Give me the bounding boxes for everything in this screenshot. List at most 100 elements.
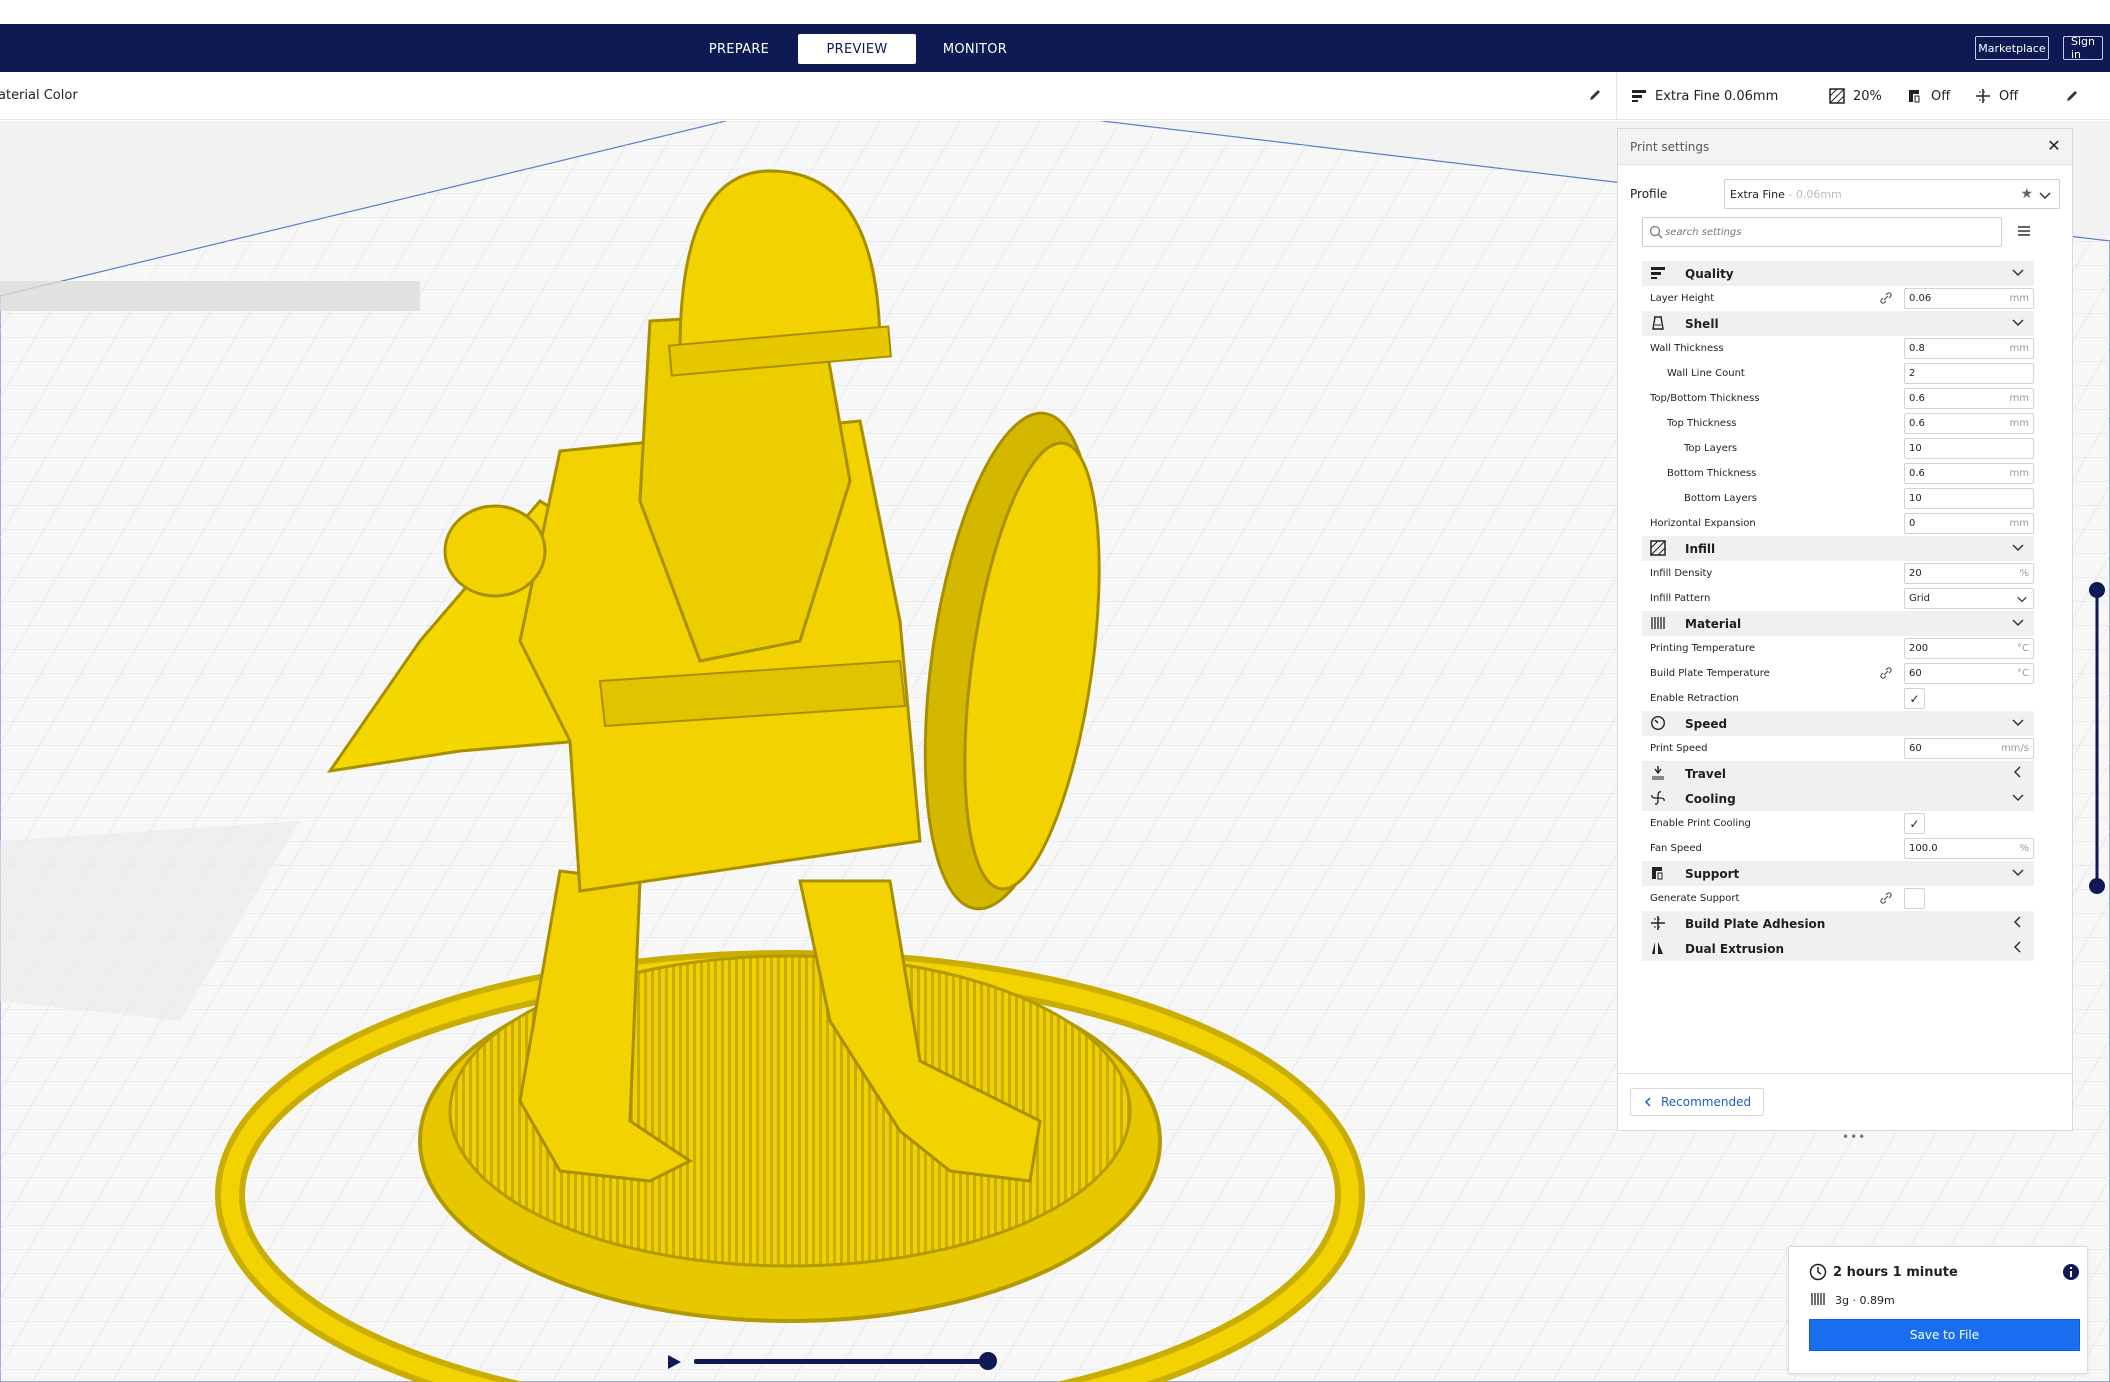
setting-unit: mm (2009, 393, 2029, 404)
category-cooling[interactable]: Cooling (1642, 786, 2034, 811)
chevron-left-icon (2013, 941, 2021, 953)
support-summary[interactable]: Off (1907, 88, 1950, 104)
category-label: Infill (1685, 542, 1716, 556)
top-thickness-input[interactable]: 0.6 mm (1904, 413, 2034, 434)
category-dual-extrusion[interactable]: Dual Extrusion (1642, 936, 2034, 961)
generate-support-checkbox[interactable] (1904, 888, 1925, 909)
category-shell[interactable]: Shell (1642, 311, 2034, 336)
top-layers-input[interactable]: 10 (1904, 438, 2034, 459)
category-material[interactable]: Material (1642, 611, 2034, 636)
search-field[interactable] (1642, 217, 2002, 247)
bottom-thickness-input[interactable]: 0.6 mm (1904, 463, 2034, 484)
resize-handle[interactable]: ••• (1842, 1130, 1866, 1144)
pencil-icon[interactable] (2065, 89, 2079, 103)
layer-height-input[interactable]: 0.06 mm (1904, 288, 2034, 309)
infill-density-input[interactable]: 20% (1904, 563, 2034, 584)
category-label: Support (1685, 867, 1740, 881)
sign-in-button[interactable]: Sign in (2063, 35, 2103, 61)
info-icon[interactable] (2062, 1263, 2080, 1281)
spool-icon (1811, 1293, 1825, 1305)
menu-icon[interactable] (2017, 224, 2031, 238)
adhesion-summary-label: Off (1999, 88, 2019, 104)
setting-fan-speed: Fan Speed 100.0% (1642, 836, 2034, 861)
infill-pattern-select[interactable]: Grid (1904, 588, 2034, 609)
star-icon[interactable]: ★ (2020, 186, 2033, 202)
top-bottom-thickness-input[interactable]: 0.6 mm (1904, 388, 2034, 409)
category-support[interactable]: Support (1642, 861, 2034, 886)
layer-slider-top-handle[interactable] (2089, 582, 2105, 598)
search-input[interactable] (1665, 223, 1995, 241)
panel-title: Print settings (1630, 140, 1710, 154)
enable-print-cooling-checkbox[interactable]: ✓ (1904, 813, 1925, 834)
link-icon[interactable] (1880, 292, 1892, 304)
support-icon (1652, 867, 1663, 880)
setting-label: Bottom Layers (1684, 493, 1757, 504)
layer-slider-bottom-handle[interactable] (2089, 878, 2105, 894)
profile-select[interactable]: Extra Fine - 0.06mm ★ (1724, 179, 2060, 209)
setting-unit: mm (2009, 468, 2029, 479)
play-icon[interactable] (665, 1353, 683, 1371)
bottom-layers-input[interactable]: 10 (1904, 488, 2034, 509)
marketplace-button[interactable]: Marketplace (1975, 36, 2049, 60)
layer-slider[interactable] (2094, 588, 2100, 888)
category-label: Cooling (1685, 792, 1736, 806)
setting-value: 0.8 (1909, 343, 1925, 354)
material-estimate: 3g · 0.89m (1835, 1294, 1895, 1307)
category-label: Speed (1685, 717, 1728, 731)
category-speed[interactable]: Speed (1642, 711, 2034, 736)
enable-retraction-checkbox[interactable]: ✓ (1904, 688, 1925, 709)
material-icon (1651, 617, 1665, 629)
travel-icon (1652, 766, 1664, 780)
settings-list: Quality Layer Height 0.06 mm Shell Wall T… (1642, 261, 2034, 961)
setting-value: 0.6 (1909, 418, 1925, 429)
adhesion-summary[interactable]: Off (1975, 88, 2018, 104)
chevron-left-icon (2013, 766, 2021, 778)
search-icon (1649, 225, 1663, 239)
close-icon[interactable]: ✕ (2044, 136, 2064, 156)
printing-temperature-input[interactable]: 200 °C (1904, 638, 2034, 659)
setting-layer-height: Layer Height 0.06 mm (1642, 286, 2034, 311)
save-to-file-button[interactable]: Save to File (1809, 1319, 2080, 1351)
tab-prepare[interactable]: PREPARE (680, 34, 798, 64)
link-icon[interactable] (1880, 667, 1892, 679)
color-scheme-label[interactable]: aterial Color (0, 88, 78, 103)
wall-thickness-input[interactable]: 0.8 mm (1904, 338, 2034, 359)
tab-monitor[interactable]: MONITOR (916, 34, 1034, 64)
print-settings-bar[interactable]: Extra Fine 0.06mm 20% Off Off (1616, 72, 2110, 120)
print-speed-input[interactable]: 60 mm/s (1904, 738, 2034, 759)
chevron-down-icon (2012, 719, 2024, 727)
category-travel[interactable]: Travel (1642, 761, 2034, 786)
chevron-left-icon (2013, 916, 2021, 928)
wall-line-count-input[interactable]: 2 (1904, 363, 2034, 384)
category-quality[interactable]: Quality (1642, 261, 2034, 286)
setting-label: Bottom Thickness (1667, 468, 1757, 479)
view-options-bar: aterial Color (0, 72, 1616, 120)
setting-horizontal-expansion: Horizontal Expansion 0 mm (1642, 511, 2034, 536)
setting-value: Grid (1909, 593, 1930, 604)
recommended-button[interactable]: Recommended (1630, 1088, 1765, 1116)
fan-speed-input[interactable]: 100.0% (1904, 838, 2034, 859)
category-build-plate-adhesion[interactable]: Build Plate Adhesion (1642, 911, 2034, 936)
simulation-track[interactable] (694, 1359, 990, 1364)
build-plate-temperature-input[interactable]: 60 °C (1904, 663, 2034, 684)
setting-build-plate-temperature: Build Plate Temperature 60 °C (1642, 661, 2034, 686)
tab-preview[interactable]: PREVIEW (798, 34, 916, 64)
pencil-icon[interactable] (1588, 88, 1602, 102)
profile-summary[interactable]: Extra Fine 0.06mm (1631, 88, 1778, 104)
setting-bottom-layers: Bottom Layers 10 (1642, 486, 2034, 511)
category-label: Build Plate Adhesion (1685, 917, 1826, 931)
setting-value: 100.0 (1909, 843, 1938, 854)
setting-value: 10 (1909, 443, 1922, 454)
setting-top-bottom-thickness: Top/Bottom Thickness 0.6 mm (1642, 386, 2034, 411)
chevron-left-icon (1644, 1097, 1651, 1107)
setting-enable-retraction: Enable Retraction ✓ (1642, 686, 2034, 711)
setting-label: Enable Retraction (1650, 693, 1739, 704)
simulation-handle[interactable] (979, 1352, 997, 1370)
horizontal-expansion-input[interactable]: 0 mm (1904, 513, 2034, 534)
category-infill[interactable]: Infill (1642, 536, 2034, 561)
link-icon[interactable] (1880, 892, 1892, 904)
infill-summary[interactable]: 20% (1829, 88, 1882, 104)
setting-unit: mm (2009, 518, 2029, 529)
setting-value: 0.6 (1909, 393, 1925, 404)
setting-label: Top Thickness (1667, 418, 1737, 429)
